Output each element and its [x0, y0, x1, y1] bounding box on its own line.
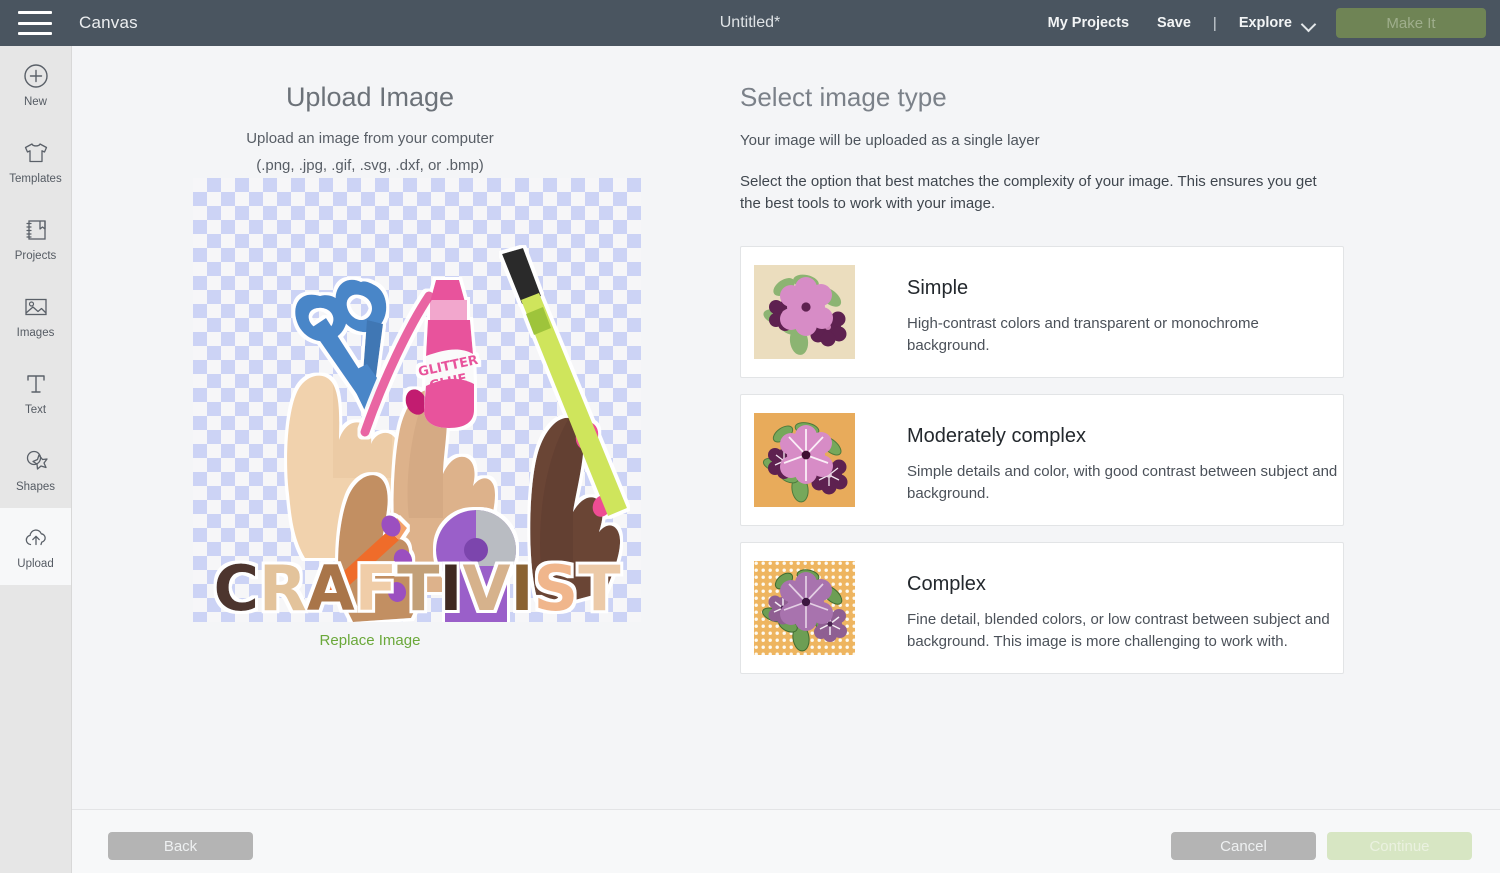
select-image-type-title: Select image type	[740, 82, 947, 112]
continue-button[interactable]: Continue	[1327, 832, 1472, 860]
text-t-icon	[21, 369, 51, 399]
sidebar-item-new[interactable]: New	[0, 46, 71, 123]
save-button[interactable]: Save	[1143, 15, 1205, 31]
sidebar-item-label: Text	[24, 404, 47, 416]
select-image-type-panel: Select image type Your image will be upl…	[740, 46, 1440, 809]
option-moderately-complex-title: Moderately complex	[907, 425, 1086, 448]
shapes-star-icon	[21, 446, 51, 476]
sidebar-item-label: Images	[16, 327, 55, 339]
option-simple-thumbnail	[754, 265, 855, 360]
divider: |	[1212, 14, 1217, 32]
plus-circle-icon	[21, 61, 51, 91]
explore-dropdown[interactable]: Explore	[1225, 15, 1326, 31]
back-button[interactable]: Back	[108, 832, 253, 860]
left-sidebar: New Templates Projects Images Text Shape…	[0, 46, 72, 873]
tshirt-icon	[21, 138, 51, 168]
image-preview[interactable]: GLITTER GLUE CRAFTIVIST	[193, 178, 641, 622]
option-simple[interactable]: Simple High-contrast colors and transpar…	[740, 246, 1344, 379]
sidebar-item-label: Shapes	[15, 481, 55, 493]
option-moderately-complex-description: Simple details and color, with good cont…	[907, 463, 1338, 503]
option-moderately-complex-thumbnail	[754, 413, 855, 508]
hamburger-bar	[18, 11, 52, 14]
image-icon	[21, 292, 51, 322]
chevron-down-icon	[1302, 19, 1316, 28]
upload-panel: Upload Image Upload an image from your c…	[72, 46, 668, 809]
sidebar-item-templates[interactable]: Templates	[0, 123, 71, 200]
svg-text:CRAFTIVIST: CRAFTIVIST	[214, 552, 621, 622]
my-projects-link[interactable]: My Projects	[1034, 15, 1143, 31]
option-complex-thumbnail	[754, 561, 855, 656]
sidebar-item-upload[interactable]: Upload	[0, 508, 71, 585]
option-simple-title: Simple	[907, 277, 969, 300]
sidebar-item-images[interactable]: Images	[0, 277, 71, 354]
sidebar-item-shapes[interactable]: Shapes	[0, 431, 71, 508]
replace-image-link[interactable]: Replace Image	[72, 632, 668, 649]
upload-panel-title: Upload Image	[285, 82, 455, 112]
canvas-label[interactable]: Canvas	[79, 13, 138, 33]
sidebar-item-label: Templates	[9, 173, 62, 185]
sidebar-item-label: Upload	[17, 558, 54, 570]
main-stage: Upload Image Upload an image from your c…	[72, 46, 1500, 809]
option-simple-body: Simple High-contrast colors and transpar…	[907, 265, 1339, 357]
upload-panel-subtitle-2: (.png, .jpg, .gif, .svg, .dxf, or .bmp)	[256, 157, 484, 174]
option-simple-description: High-contrast colors and transparent or …	[907, 315, 1259, 355]
option-complex-title: Complex	[907, 573, 986, 596]
sidebar-item-projects[interactable]: Projects	[0, 200, 71, 277]
uploaded-artwork: GLITTER GLUE CRAFTIVIST	[214, 248, 627, 622]
sidebar-item-label: Projects	[14, 250, 57, 262]
notebook-icon	[21, 215, 51, 245]
hamburger-bar	[18, 21, 52, 25]
option-moderately-complex[interactable]: Moderately complex Simple details and co…	[740, 394, 1344, 527]
craftivist-wordmark: CRAFTIVIST	[214, 552, 621, 622]
select-image-type-description: Select the option that best matches the …	[740, 173, 1317, 213]
top-bar-actions: My Projects Save | Explore Make It	[1034, 8, 1500, 38]
upload-panel-subtitle-1: Upload an image from your computer	[246, 130, 494, 147]
option-complex-description: Fine detail, blended colors, or low cont…	[907, 611, 1330, 651]
option-complex-body: Complex Fine detail, blended colors, or …	[907, 561, 1339, 653]
option-moderately-complex-body: Moderately complex Simple details and co…	[907, 413, 1339, 505]
cancel-button[interactable]: Cancel	[1171, 832, 1316, 860]
hamburger-menu-icon[interactable]	[18, 11, 52, 35]
sidebar-item-label: New	[23, 96, 47, 108]
hamburger-bar	[18, 32, 52, 35]
explore-label: Explore	[1238, 15, 1292, 31]
top-bar: Canvas Untitled* My Projects Save | Expl…	[0, 0, 1500, 46]
upload-cloud-icon	[21, 523, 51, 553]
footer-bar: Back Cancel Continue	[72, 809, 1500, 873]
option-complex[interactable]: Complex Fine detail, blended colors, or …	[740, 542, 1344, 675]
single-layer-note: Your image will be uploaded as a single …	[740, 132, 1040, 149]
image-type-options: Simple High-contrast colors and transpar…	[740, 246, 1344, 675]
make-it-button[interactable]: Make It	[1336, 8, 1486, 38]
sidebar-item-text[interactable]: Text	[0, 354, 71, 431]
